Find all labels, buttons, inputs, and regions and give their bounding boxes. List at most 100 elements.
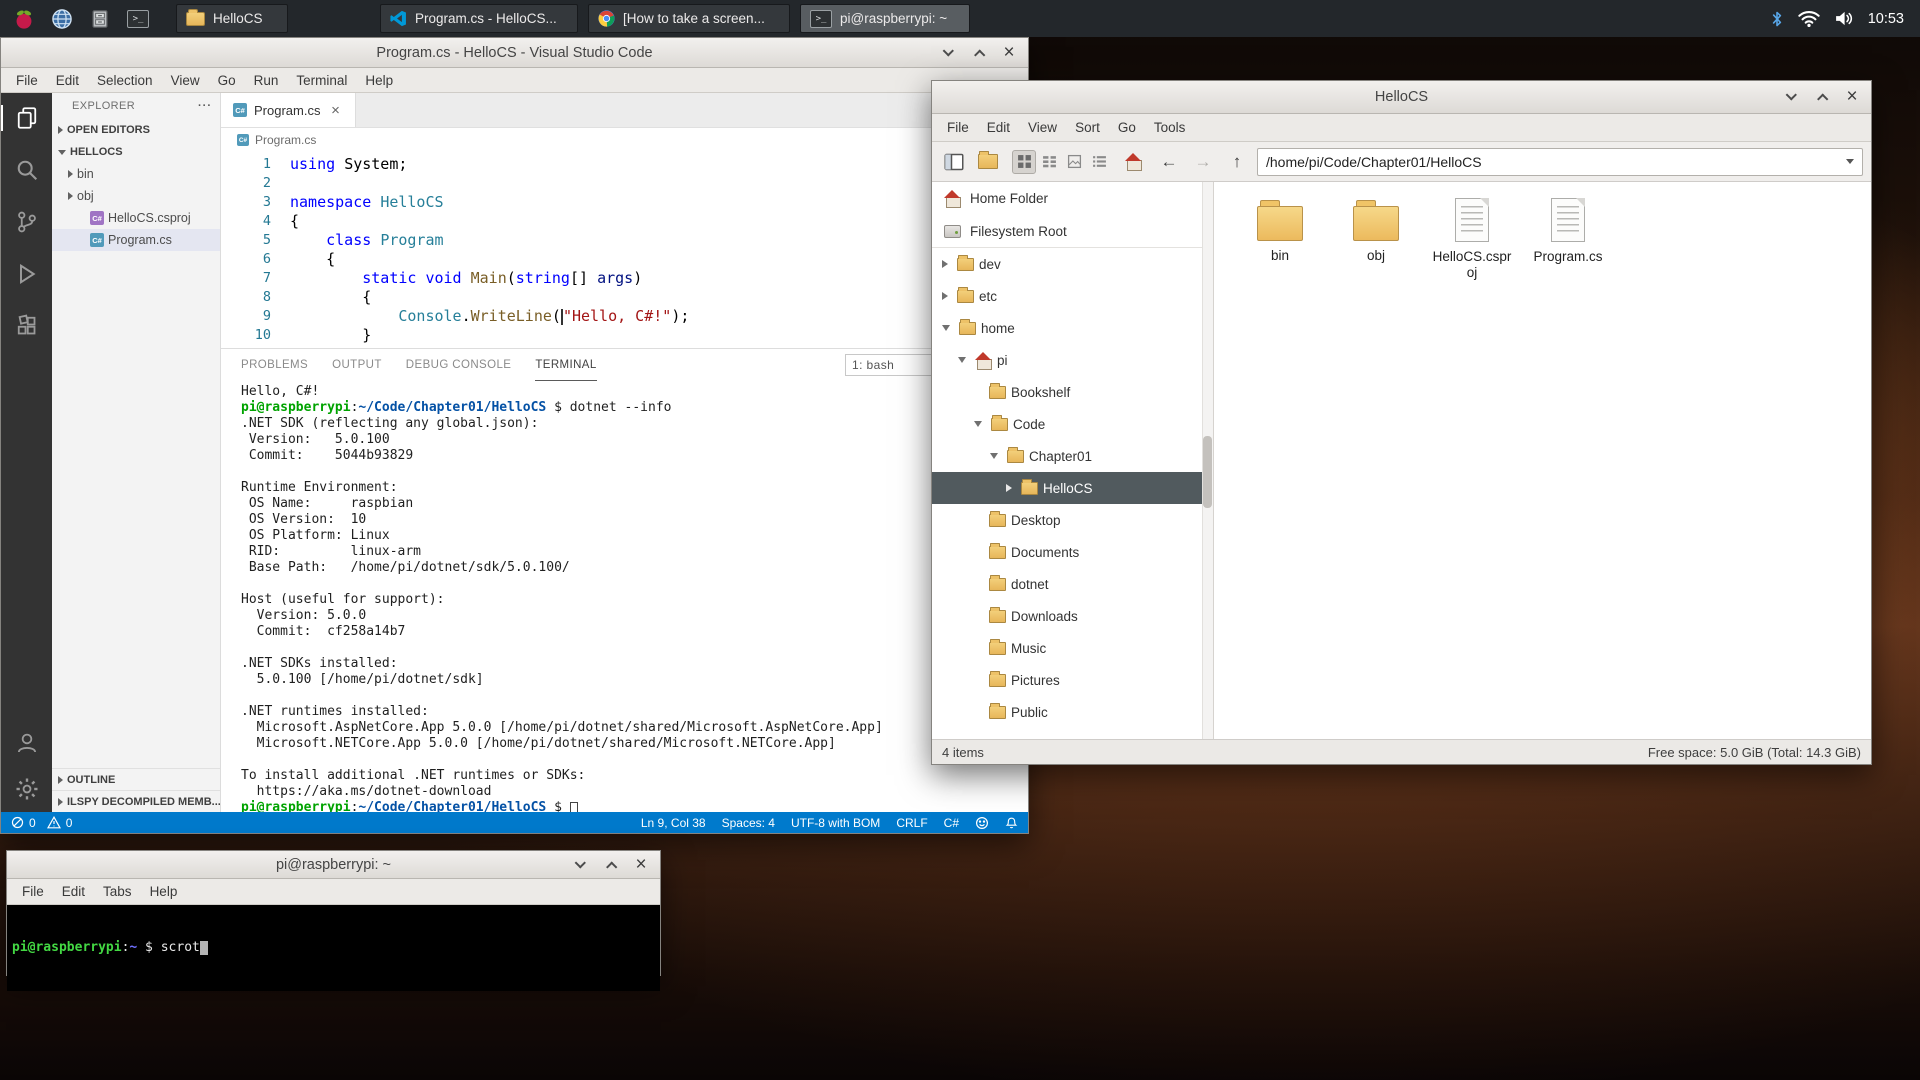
warnings-count[interactable]: 0 (66, 816, 73, 830)
menu-item-terminal[interactable]: Terminal (287, 73, 356, 88)
tree-item-dotnet[interactable]: dotnet (932, 568, 1213, 600)
tab-terminal[interactable]: TERMINAL (535, 349, 596, 381)
menu-item-run[interactable]: Run (245, 73, 288, 88)
up-button[interactable] (1223, 148, 1251, 176)
tree-item-dev[interactable]: dev (932, 248, 1213, 280)
menu-item-file[interactable]: File (7, 73, 47, 88)
file-item-program-cs[interactable]: Program.cs (1522, 198, 1614, 265)
place-filesystem-root[interactable]: Filesystem Root (932, 215, 1213, 248)
expander-icon[interactable] (990, 453, 998, 459)
tab-output[interactable]: OUTPUT (332, 359, 382, 371)
menu-item-tabs[interactable]: Tabs (94, 884, 141, 899)
indentation[interactable]: Spaces: 4 (722, 816, 775, 830)
tree-item-music[interactable]: Music (932, 632, 1213, 664)
menu-item-help[interactable]: Help (356, 73, 402, 88)
minimize-button[interactable] (942, 46, 956, 60)
menu-item-edit[interactable]: Edit (53, 884, 94, 899)
file-item-bin[interactable]: bin (1234, 198, 1326, 264)
maximize-button[interactable] (972, 46, 986, 60)
settings-gear-icon[interactable] (14, 776, 40, 802)
run-debug-icon[interactable] (14, 261, 40, 287)
minimize-button[interactable] (574, 858, 588, 872)
eol-sequence[interactable]: CRLF (896, 816, 927, 830)
thumbnail-view-button[interactable] (1062, 150, 1086, 174)
menu-item-sort[interactable]: Sort (1066, 120, 1109, 135)
maximize-button[interactable] (604, 858, 618, 872)
forward-button[interactable] (1189, 148, 1217, 176)
scrollbar[interactable] (1202, 182, 1213, 739)
explorer-item-program-cs[interactable]: Program.cs (52, 229, 220, 251)
tree-item-chapter01[interactable]: Chapter01 (932, 440, 1213, 472)
new-folder-button[interactable] (974, 148, 1002, 176)
tree-item-etc[interactable]: etc (932, 280, 1213, 312)
back-button[interactable] (1155, 148, 1183, 176)
file-item-csproj[interactable]: HelloCS.csproj (1426, 198, 1518, 281)
expander-icon[interactable] (942, 292, 948, 300)
integrated-terminal[interactable]: Hello, C#! pi@raspberrypi:~/Code/Chapter… (221, 381, 1028, 812)
scrollbar-thumb[interactable] (1203, 436, 1212, 508)
browser-launcher[interactable] (48, 5, 76, 33)
expander-icon[interactable] (942, 260, 948, 268)
app-menu-button[interactable] (10, 5, 38, 33)
wifi-icon[interactable] (1798, 10, 1820, 27)
fm-file-pane[interactable]: bin obj HelloCS.csproj Program.cs (1214, 182, 1871, 739)
cursor-position[interactable]: Ln 9, Col 38 (641, 816, 706, 830)
close-tab-icon[interactable] (327, 102, 343, 118)
clock[interactable]: 10:53 (1868, 11, 1904, 27)
tree-item-bookshelf[interactable]: Bookshelf (932, 376, 1213, 408)
taskbar-task-terminal[interactable]: pi@raspberrypi: ~ (800, 4, 970, 33)
list-view-button[interactable] (1087, 150, 1111, 174)
breadcrumb[interactable]: Program.cs (221, 128, 1028, 152)
expander-icon[interactable] (942, 325, 950, 331)
source-control-icon[interactable] (14, 209, 40, 235)
close-button[interactable] (634, 858, 648, 872)
expander-icon[interactable] (1006, 484, 1012, 492)
notifications-bell-icon[interactable] (1005, 816, 1018, 830)
maximize-button[interactable] (1815, 90, 1829, 104)
tree-item-documents[interactable]: Documents (932, 536, 1213, 568)
warnings-icon[interactable] (47, 816, 61, 829)
explorer-item-csproj[interactable]: HelloCS.csproj (52, 207, 220, 229)
section-outline[interactable]: OUTLINE (52, 768, 220, 790)
expander-icon[interactable] (974, 421, 982, 427)
section-project[interactable]: HELLOCS (52, 141, 220, 163)
bluetooth-icon[interactable] (1770, 10, 1784, 28)
tree-item-downloads[interactable]: Downloads (932, 600, 1213, 632)
vscode-titlebar[interactable]: Program.cs - HelloCS - Visual Studio Cod… (1, 38, 1028, 68)
file-manager-launcher[interactable] (86, 5, 114, 33)
menu-item-go[interactable]: Go (1109, 120, 1145, 135)
menu-item-selection[interactable]: Selection (88, 73, 162, 88)
menu-item-help[interactable]: Help (141, 884, 187, 899)
encoding[interactable]: UTF-8 with BOM (791, 816, 880, 830)
account-icon[interactable] (14, 730, 40, 756)
tab-debug-console[interactable]: DEBUG CONSOLE (406, 359, 512, 371)
menu-item-view[interactable]: View (162, 73, 209, 88)
tab-program-cs[interactable]: Program.cs (221, 93, 356, 127)
menu-item-go[interactable]: Go (209, 73, 245, 88)
code-editor[interactable]: 1using System; 2 3namespace HelloCS 4{ 5… (221, 152, 1028, 348)
tree-item-code[interactable]: Code (932, 408, 1213, 440)
tree-item-hellocs[interactable]: HelloCS (932, 472, 1213, 504)
fm-titlebar[interactable]: HelloCS (932, 81, 1871, 114)
section-ilspy[interactable]: ILSPY DECOMPILED MEMB... (52, 790, 220, 812)
search-icon[interactable] (14, 157, 40, 183)
menu-item-file[interactable]: File (13, 884, 53, 899)
path-bar[interactable]: /home/pi/Code/Chapter01/HelloCS (1257, 148, 1863, 176)
close-button[interactable] (1845, 90, 1859, 104)
errors-icon[interactable] (11, 816, 24, 829)
terminal-launcher[interactable] (124, 5, 152, 33)
terminal-console[interactable]: pi@raspberrypi:~ $ scrot (7, 905, 660, 991)
explorer-item-bin[interactable]: bin (52, 163, 220, 185)
close-button[interactable] (1002, 46, 1016, 60)
expander-icon[interactable] (958, 357, 966, 363)
menu-item-view[interactable]: View (1019, 120, 1066, 135)
home-button[interactable] (1121, 148, 1149, 176)
menu-item-file[interactable]: File (938, 120, 978, 135)
language-mode[interactable]: C# (944, 816, 959, 830)
tab-problems[interactable]: PROBLEMS (241, 359, 308, 371)
compact-view-button[interactable] (1037, 150, 1061, 174)
tree-item-desktop[interactable]: Desktop (932, 504, 1213, 536)
taskbar-task-vscode[interactable]: Program.cs - HelloCS... (380, 4, 578, 33)
menu-item-edit[interactable]: Edit (978, 120, 1019, 135)
taskbar-task-hellocs[interactable]: HelloCS (176, 4, 288, 33)
